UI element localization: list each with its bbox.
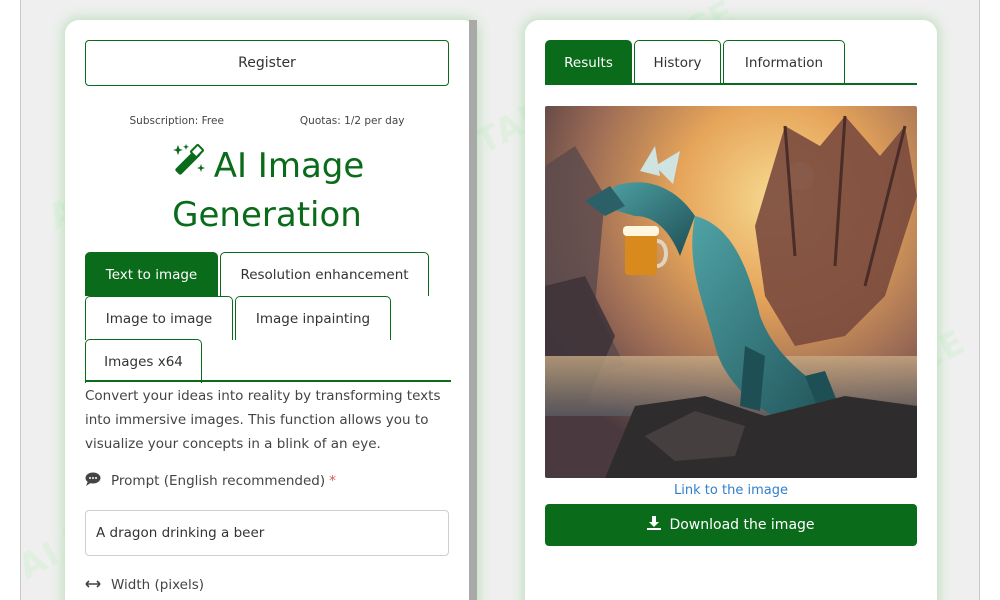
horizontal-arrows-icon [85,577,101,593]
tool-description: Convert your ideas into reality by trans… [85,388,441,452]
prompt-label-text: Prompt (English recommended) [111,473,326,489]
prompt-label: Prompt (English recommended) * [85,472,336,490]
title-line-2: Generation [172,195,362,235]
tab-results[interactable]: Results [545,40,632,84]
tab-text-to-image[interactable]: Text to image [85,252,218,296]
scrollbar[interactable] [469,20,477,600]
subscription-text: Subscription: Free [129,115,224,127]
tab-image-inpainting[interactable]: Image inpainting [235,296,391,340]
title-line-1: AI Image [213,146,365,186]
prompt-input[interactable] [85,510,449,556]
magic-wand-icon [170,142,208,192]
download-label: Download the image [669,517,815,533]
dragon-image-icon [545,106,917,478]
width-label: Width (pixels) [85,577,204,593]
tab-images-x64[interactable]: Images x64 [85,339,202,383]
width-label-text: Width (pixels) [111,577,205,593]
page-title: AI Image Generation [85,142,449,238]
results-panel: Results History Information Link to the … [525,20,937,600]
tab-image-to-image[interactable]: Image to image [85,296,233,340]
download-icon [647,516,662,534]
image-link[interactable]: Link to the image [545,483,917,498]
generated-image[interactable] [545,106,917,478]
tab-information[interactable]: Information [723,40,845,84]
download-button[interactable]: Download the image [545,504,917,546]
app-frame: AI TALENT SPACE AI TALENT SPACE AI TALEN… [20,0,980,600]
quotas-text: Quotas: 1/2 per day [299,115,405,127]
tabs-underline [545,83,917,85]
tabs-underline [85,380,451,382]
required-mark: * [329,473,336,489]
speech-bubble-icon [85,472,101,490]
tab-resolution-enhancement[interactable]: Resolution enhancement [220,252,429,296]
tab-history[interactable]: History [634,40,721,84]
generation-panel: Register Subscription: Free Quotas: 1/2 … [65,20,477,600]
register-button[interactable]: Register [85,40,449,86]
subscription-info: Subscription: Free Quotas: 1/2 per day [85,115,449,127]
